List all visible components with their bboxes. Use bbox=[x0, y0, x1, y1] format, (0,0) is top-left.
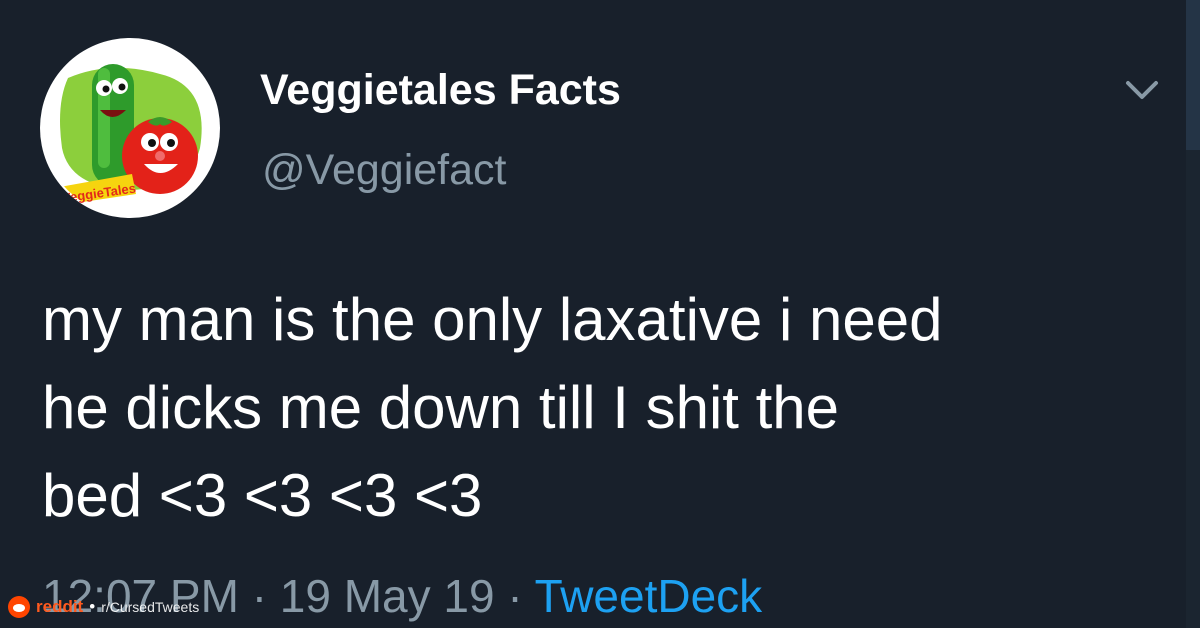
meta-separator: · bbox=[251, 570, 268, 622]
tweet-text-line: my man is the only laxative i need bbox=[42, 286, 943, 353]
tweet-text: my man is the only laxative i need he dic… bbox=[42, 276, 1162, 540]
tweet-text-line: he dicks me down till I shit the bbox=[42, 374, 840, 441]
user-handle[interactable]: @Veggiefact bbox=[262, 146, 506, 195]
tweet-source-link[interactable]: TweetDeck bbox=[535, 570, 763, 622]
scrollbar[interactable] bbox=[1186, 0, 1200, 628]
watermark-brand: reddit bbox=[36, 597, 84, 616]
reddit-icon bbox=[8, 596, 30, 618]
veggietales-avatar-image: VeggieTales bbox=[42, 40, 218, 216]
tweet-date[interactable]: 19 May 19 bbox=[280, 570, 495, 622]
scrollbar-thumb[interactable] bbox=[1186, 0, 1200, 150]
watermark-dot: • bbox=[89, 597, 96, 616]
display-name[interactable]: Veggietales Facts bbox=[260, 66, 621, 115]
meta-separator: · bbox=[507, 570, 523, 622]
tweet-screenshot: VeggieTales Veggietales Facts @Veggiefac… bbox=[0, 0, 1200, 628]
avatar[interactable]: VeggieTales bbox=[40, 38, 220, 218]
watermark-subreddit: r/CursedTweets bbox=[101, 599, 200, 615]
chevron-down-icon[interactable] bbox=[1120, 68, 1164, 112]
tweet-text-line: bed <3 <3 <3 <3 bbox=[42, 462, 483, 529]
reddit-watermark: reddit • r/CursedTweets bbox=[0, 590, 199, 624]
